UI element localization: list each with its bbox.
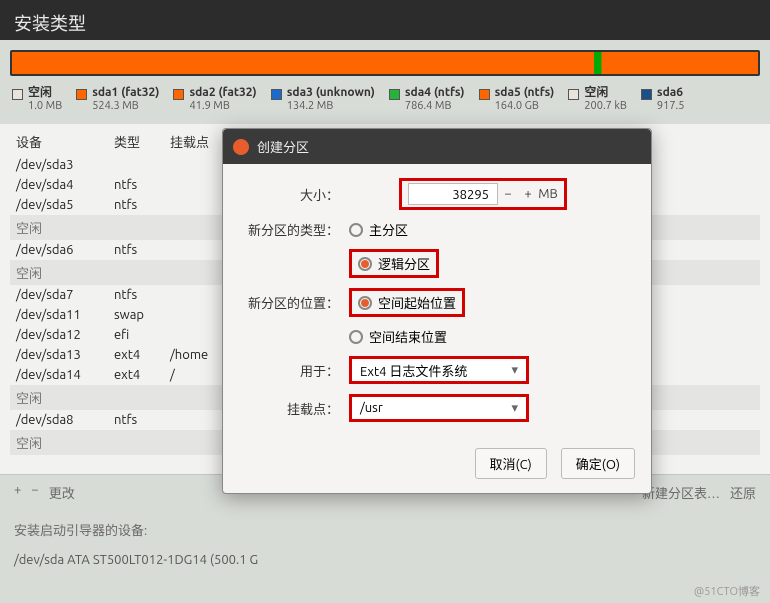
- radio-logical[interactable]: [358, 257, 372, 271]
- close-icon[interactable]: [233, 139, 249, 155]
- radio-begin-highlight: 空间起始位置: [349, 288, 465, 317]
- legend-item[interactable]: sda1 (fat32)524.3 MB: [76, 86, 159, 114]
- change-button[interactable]: 更改: [49, 483, 75, 502]
- watermark: @51CTO博客: [694, 583, 760, 599]
- legend-swatch: [389, 89, 400, 100]
- legend-item[interactable]: sda3 (unknown)134.2 MB: [271, 86, 375, 114]
- new-partition-table-button[interactable]: 新建分区表…: [642, 483, 720, 502]
- size-input[interactable]: 38295: [408, 183, 498, 205]
- radio-logical-highlight: 逻辑分区: [349, 249, 439, 278]
- size-field-group: 38295 − + MB: [399, 178, 567, 210]
- size-label: 大小：: [239, 185, 349, 204]
- legend-item[interactable]: sda5 (ntfs)164.0 GB: [479, 86, 555, 114]
- location-label: 新分区的位置：: [239, 293, 349, 312]
- radio-primary[interactable]: [349, 223, 363, 237]
- mount-point-label: 挂载点：: [239, 399, 349, 418]
- filesystem-dropdown[interactable]: Ext4 日志文件系统 ▾: [349, 356, 529, 384]
- legend-swatch: [271, 89, 282, 100]
- window-title: 安装类型: [14, 14, 86, 34]
- window-title-bar: 安装类型: [0, 0, 770, 40]
- use-as-label: 用于：: [239, 361, 349, 380]
- legend-swatch: [173, 89, 184, 100]
- mount-point-dropdown[interactable]: /usr ▾: [349, 394, 529, 422]
- dialog-title: 创建分区: [257, 137, 309, 156]
- legend-swatch: [568, 89, 579, 100]
- legend-item[interactable]: 空闲200.7 kB: [568, 86, 627, 114]
- radio-logical-label: 逻辑分区: [378, 254, 430, 273]
- legend-swatch: [76, 89, 87, 100]
- chevron-down-icon: ▾: [503, 401, 526, 416]
- legend-swatch: [12, 89, 23, 100]
- revert-button[interactable]: 还原: [730, 483, 756, 502]
- type-label: 新分区的类型：: [239, 220, 349, 239]
- partition-legend: 空闲1.0 MB sda1 (fat32)524.3 MB sda2 (fat32)…: [0, 80, 770, 124]
- add-partition-button[interactable]: +: [14, 483, 21, 502]
- legend-item[interactable]: sda4 (ntfs)786.4 MB: [389, 86, 465, 114]
- legend-swatch: [641, 89, 652, 100]
- radio-begin[interactable]: [358, 296, 372, 310]
- disk-usage-bar[interactable]: [10, 50, 760, 76]
- bootloader-label: 安装启动引导器的设备:: [0, 510, 770, 549]
- ok-button[interactable]: 确定(O): [561, 448, 635, 479]
- size-unit: MB: [538, 187, 558, 201]
- legend-item[interactable]: 空闲1.0 MB: [12, 86, 62, 114]
- legend-swatch: [479, 89, 490, 100]
- legend-item[interactable]: sda6917.5: [641, 86, 685, 114]
- size-minus-button[interactable]: −: [498, 187, 518, 201]
- legend-item[interactable]: sda2 (fat32)41.9 MB: [173, 86, 256, 114]
- dialog-title-bar: 创建分区: [223, 129, 651, 164]
- radio-end-label: 空间结束位置: [369, 327, 447, 346]
- cancel-button[interactable]: 取消(C): [475, 448, 547, 479]
- radio-end[interactable]: [349, 330, 363, 344]
- chevron-down-icon: ▾: [503, 363, 526, 378]
- create-partition-dialog: 创建分区 大小： 38295 − + MB 新分区的类型： 主分区 逻辑分区: [222, 128, 652, 494]
- bootloader-device[interactable]: /dev/sda ATA ST500LT012-1DG14 (500.1 G: [0, 549, 770, 581]
- remove-partition-button[interactable]: −: [31, 483, 38, 502]
- radio-primary-label: 主分区: [369, 220, 408, 239]
- radio-begin-label: 空间起始位置: [378, 293, 456, 312]
- disk-usage-bar-container: [0, 40, 770, 80]
- size-plus-button[interactable]: +: [518, 187, 538, 201]
